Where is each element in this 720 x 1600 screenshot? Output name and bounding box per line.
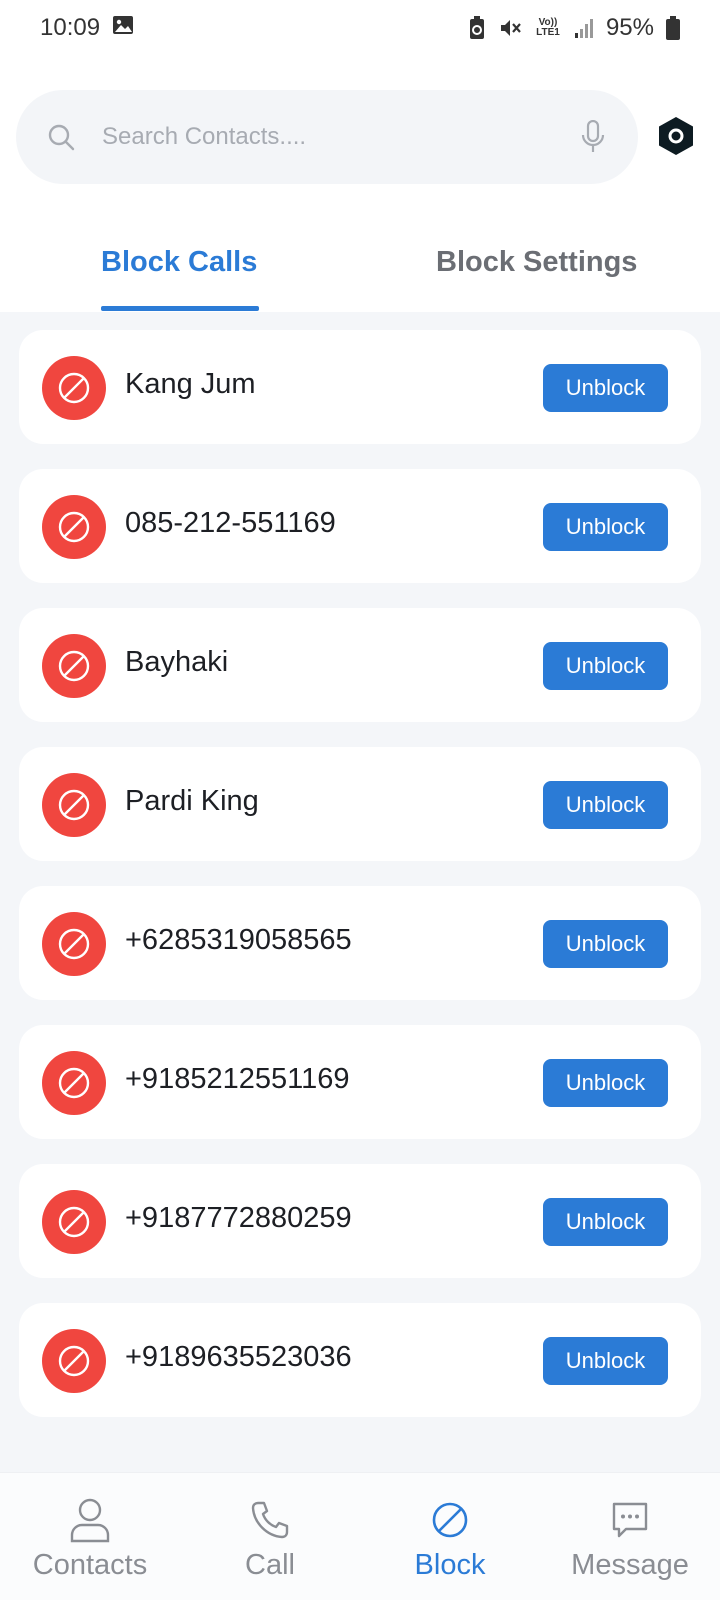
block-icon	[58, 928, 90, 960]
active-tab-indicator	[101, 306, 259, 311]
block-icon	[58, 1345, 90, 1377]
nav-call[interactable]: Call	[180, 1473, 360, 1600]
nav-contacts[interactable]: Contacts	[0, 1473, 180, 1600]
nav-block[interactable]: Block	[360, 1473, 540, 1600]
block-icon	[58, 1067, 90, 1099]
mic-icon[interactable]	[578, 120, 608, 152]
search-input[interactable]	[102, 123, 568, 151]
list-item: +9189635523036 Unblock	[19, 1303, 701, 1417]
list-item: +9185212551169 Unblock	[19, 1025, 701, 1139]
blocked-avatar	[42, 1329, 106, 1393]
volte-icon: Vo)) LTE1	[536, 17, 560, 38]
search-icon	[46, 122, 76, 152]
block-icon	[58, 650, 90, 682]
blocked-list[interactable]: Kang Jum Unblock 085-212-551169 Unblock …	[0, 312, 720, 1472]
blocked-avatar	[42, 634, 106, 698]
signal-icon	[574, 17, 594, 39]
status-bar: 10:09 Vo)) LTE1 95%	[0, 0, 720, 56]
battery-percent: 95%	[605, 14, 654, 41]
nav-message[interactable]: Message	[540, 1473, 720, 1600]
tab-bar: Block Calls Block Settings	[0, 222, 720, 312]
block-icon	[58, 789, 90, 821]
search-bar[interactable]	[16, 90, 638, 184]
nav-label: Block	[414, 1549, 486, 1581]
status-left: 10:09	[40, 14, 134, 43]
block-icon	[58, 372, 90, 404]
battery-icon	[666, 16, 680, 40]
blocked-avatar	[42, 495, 106, 559]
unblock-button[interactable]: Unblock	[543, 1059, 668, 1107]
list-item: Kang Jum Unblock	[19, 330, 701, 444]
list-item: +9187772880259 Unblock	[19, 1164, 701, 1278]
screen: 10:09 Vo)) LTE1 95% Search Contacts.... …	[0, 0, 720, 1600]
battery-saver-icon	[468, 16, 486, 40]
block-icon	[430, 1495, 470, 1545]
contact-name: +6285319058565	[125, 924, 352, 956]
contact-name: Bayhaki	[125, 646, 229, 678]
phone-icon	[250, 1495, 290, 1545]
list-item: Pardi King Unblock	[19, 747, 701, 861]
contact-name: Pardi King	[125, 785, 259, 817]
unblock-button[interactable]: Unblock	[543, 364, 668, 412]
blocked-avatar	[42, 356, 106, 420]
blocked-avatar	[42, 773, 106, 837]
unblock-button[interactable]: Unblock	[543, 781, 668, 829]
nav-label: Contacts	[32, 1549, 148, 1581]
bottom-nav: Contacts Call Block Message	[0, 1472, 720, 1600]
nav-label: Message	[571, 1549, 689, 1581]
list-item: 085-212-551169 Unblock	[19, 469, 701, 583]
contact-name: Kang Jum	[125, 368, 256, 400]
list-item: +6285319058565 Unblock	[19, 886, 701, 1000]
blocked-avatar	[42, 1190, 106, 1254]
settings-icon[interactable]	[656, 116, 696, 156]
blocked-avatar	[42, 1051, 106, 1115]
contact-name: 085-212-551169	[125, 507, 336, 539]
unblock-button[interactable]: Unblock	[543, 642, 668, 690]
tab-block-calls[interactable]: Block Calls	[101, 246, 257, 279]
unblock-button[interactable]: Unblock	[543, 503, 668, 551]
person-icon	[69, 1495, 111, 1545]
tab-block-settings[interactable]: Block Settings	[436, 246, 637, 279]
block-icon	[58, 1206, 90, 1238]
mute-icon	[498, 16, 522, 40]
contact-name: +9189635523036	[125, 1341, 352, 1373]
contact-name: +9187772880259	[125, 1202, 352, 1234]
unblock-button[interactable]: Unblock	[543, 920, 668, 968]
nav-label: Call	[245, 1549, 295, 1581]
blocked-avatar	[42, 912, 106, 976]
contact-name: +9185212551169	[125, 1063, 350, 1095]
message-icon	[610, 1495, 650, 1545]
status-time: 10:09	[40, 14, 101, 41]
list-item: Bayhaki Unblock	[19, 608, 701, 722]
status-right: Vo)) LTE1 95%	[468, 14, 680, 42]
unblock-button[interactable]: Unblock	[543, 1337, 668, 1385]
unblock-button[interactable]: Unblock	[543, 1198, 668, 1246]
block-icon	[58, 511, 90, 543]
gallery-icon	[112, 14, 134, 43]
